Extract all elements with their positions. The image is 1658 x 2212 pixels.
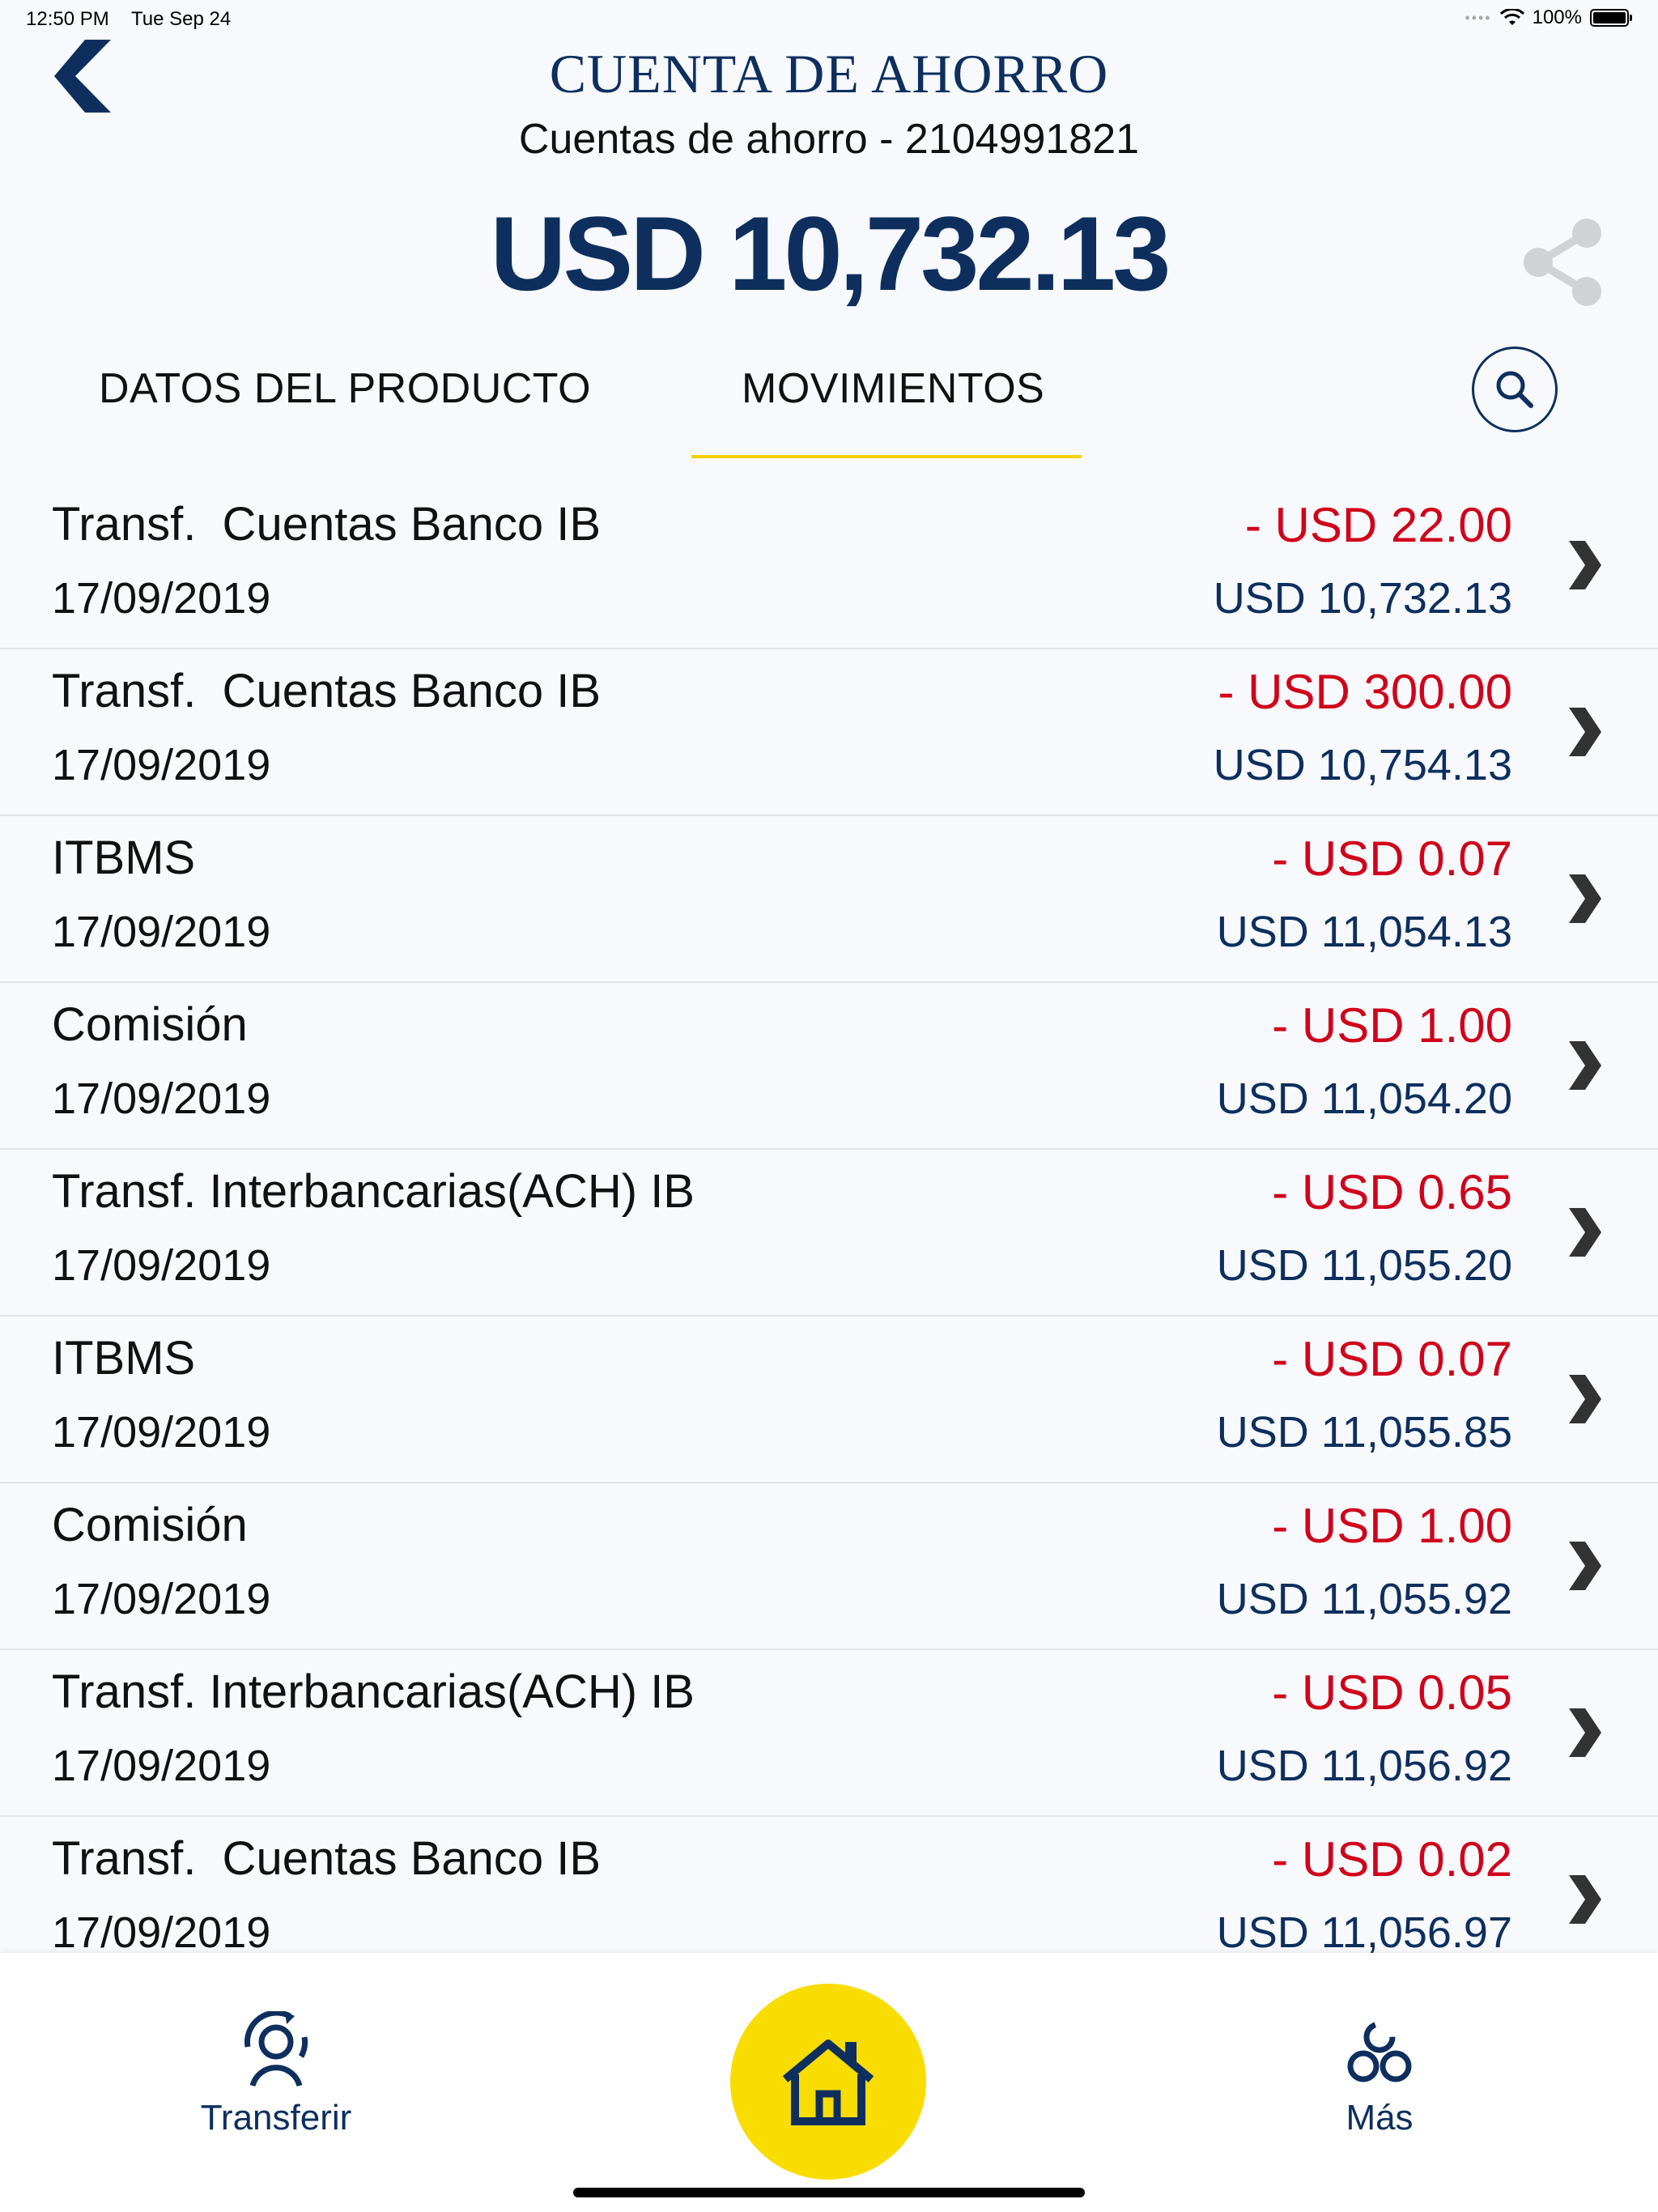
movement-amount: - USD 1.00 xyxy=(1272,998,1512,1053)
movement-row[interactable]: Transf. Interbancarias(ACH) IB 17/09/201… xyxy=(0,1150,1658,1317)
account-balance: USD 10,732.13 xyxy=(490,194,1171,313)
movement-running-balance: USD 10,754.13 xyxy=(1213,741,1512,789)
home-indicator[interactable] xyxy=(573,2188,1085,2197)
chevron-right-icon xyxy=(1569,541,1601,589)
movement-description: Transf. Interbancarias(ACH) IB xyxy=(52,1665,695,1718)
movement-amount: - USD 0.07 xyxy=(1272,832,1512,886)
chevron-right-icon xyxy=(1569,1708,1601,1757)
movement-amount: - USD 0.07 xyxy=(1272,1332,1512,1386)
movement-description: Transf. Cuentas Banco IB xyxy=(52,498,602,551)
wifi-icon xyxy=(1499,9,1524,25)
movement-running-balance: USD 11,054.20 xyxy=(1216,1074,1512,1123)
share-button[interactable] xyxy=(1516,215,1609,309)
movement-row[interactable]: ITBMS 17/09/2019 - USD 0.07 USD 11,054.1… xyxy=(0,816,1658,983)
movement-amount: - USD 0.05 xyxy=(1272,1665,1512,1720)
battery-percent: 100% xyxy=(1532,6,1582,28)
movement-date: 17/09/2019 xyxy=(52,1742,271,1790)
movement-amount: - USD 300.00 xyxy=(1218,665,1512,719)
movement-date: 17/09/2019 xyxy=(52,908,271,956)
movement-row[interactable]: Transf. Cuentas Banco IB 17/09/2019 - US… xyxy=(0,483,1658,649)
search-button[interactable] xyxy=(1472,347,1558,432)
movement-description: Transf. Cuentas Banco IB xyxy=(52,1832,602,1885)
movement-row[interactable]: Transf. Cuentas Banco IB 17/09/2019 - US… xyxy=(0,1817,1658,1953)
battery-icon xyxy=(1590,9,1632,27)
account-subtitle: Cuentas de ahorro - 2104991821 xyxy=(518,116,1140,163)
home-button[interactable] xyxy=(730,1984,926,2180)
signal-dots-icon: •••• xyxy=(1465,9,1492,26)
movement-row[interactable]: ITBMS 17/09/2019 - USD 0.07 USD 11,055.8… xyxy=(0,1317,1658,1483)
movement-row[interactable]: Comisión 17/09/2019 - USD 1.00 USD 11,05… xyxy=(0,1483,1658,1650)
movement-description: ITBMS xyxy=(52,832,196,884)
movement-amount: - USD 0.02 xyxy=(1272,1832,1512,1887)
movement-running-balance: USD 11,055.20 xyxy=(1216,1241,1512,1290)
nav-transferir-button[interactable]: Transferir xyxy=(191,2010,361,2138)
movement-row[interactable]: Transf. Cuentas Banco IB 17/09/2019 - US… xyxy=(0,649,1658,816)
movement-amount: - USD 0.65 xyxy=(1272,1165,1512,1219)
movement-date: 17/09/2019 xyxy=(52,1074,271,1123)
chevron-right-icon xyxy=(1569,708,1601,756)
movement-list[interactable]: Transf. Cuentas Banco IB 17/09/2019 - US… xyxy=(0,483,1658,1953)
movement-description: Transf. Cuentas Banco IB xyxy=(52,665,602,717)
nav-mas-label: Más xyxy=(1346,2098,1414,2138)
tab-active-indicator xyxy=(691,455,1082,458)
chevron-right-icon xyxy=(1569,1375,1601,1423)
movement-description: Comisión xyxy=(52,998,248,1051)
nav-mas-button[interactable]: Más xyxy=(1307,2011,1452,2138)
search-icon xyxy=(1496,371,1533,408)
movement-date: 17/09/2019 xyxy=(52,1575,271,1623)
movement-description: Comisión xyxy=(52,1499,248,1551)
chevron-right-icon xyxy=(1569,1041,1601,1090)
chevron-right-icon xyxy=(1569,1208,1601,1257)
chevron-right-icon xyxy=(1569,874,1601,923)
movement-row[interactable]: Transf. Interbancarias(ACH) IB 17/09/201… xyxy=(0,1650,1658,1817)
movement-date: 17/09/2019 xyxy=(52,1241,271,1290)
share-icon xyxy=(1524,219,1601,306)
movement-row[interactable]: Comisión 17/09/2019 - USD 1.00 USD 11,05… xyxy=(0,983,1658,1150)
movement-running-balance: USD 11,056.97 xyxy=(1216,1908,1512,1953)
chevron-right-icon xyxy=(1569,1875,1601,1924)
movement-running-balance: USD 11,055.85 xyxy=(1216,1408,1512,1457)
transfer-user-icon xyxy=(244,2010,308,2087)
movement-running-balance: USD 11,056.92 xyxy=(1216,1742,1512,1790)
status-time: 12:50 PM xyxy=(26,8,109,30)
movement-description: ITBMS xyxy=(52,1332,196,1385)
status-date: Tue Sep 24 xyxy=(131,8,232,30)
bottom-nav-bar: Transferir Más xyxy=(0,1953,1658,2212)
movement-date: 17/09/2019 xyxy=(52,1908,271,1953)
movement-date: 17/09/2019 xyxy=(52,1408,271,1457)
movement-amount: - USD 1.00 xyxy=(1272,1499,1512,1553)
movement-date: 17/09/2019 xyxy=(52,574,271,623)
movement-description: Transf. Interbancarias(ACH) IB xyxy=(52,1165,695,1218)
nav-transferir-label: Transferir xyxy=(200,2098,352,2138)
page-title: CUENTA DE AHORRO xyxy=(549,43,1109,104)
home-icon xyxy=(782,2040,874,2125)
movement-running-balance: USD 10,732.13 xyxy=(1213,574,1512,623)
status-indicators: •••• 100% xyxy=(1465,6,1632,29)
chevron-right-icon xyxy=(1569,1542,1601,1590)
movement-amount: - USD 22.00 xyxy=(1244,498,1512,552)
movement-running-balance: USD 11,054.13 xyxy=(1216,908,1512,956)
tab-datos-del-producto[interactable]: DATOS DEL PRODUCTO xyxy=(99,364,591,413)
tab-movimientos[interactable]: MOVIMIENTOS xyxy=(742,364,1044,413)
more-icon xyxy=(1347,2021,1412,2082)
status-bar: 12:50 PM Tue Sep 24 •••• 100% xyxy=(0,0,1658,39)
movement-date: 17/09/2019 xyxy=(52,741,271,789)
movement-running-balance: USD 11,055.92 xyxy=(1216,1575,1512,1623)
